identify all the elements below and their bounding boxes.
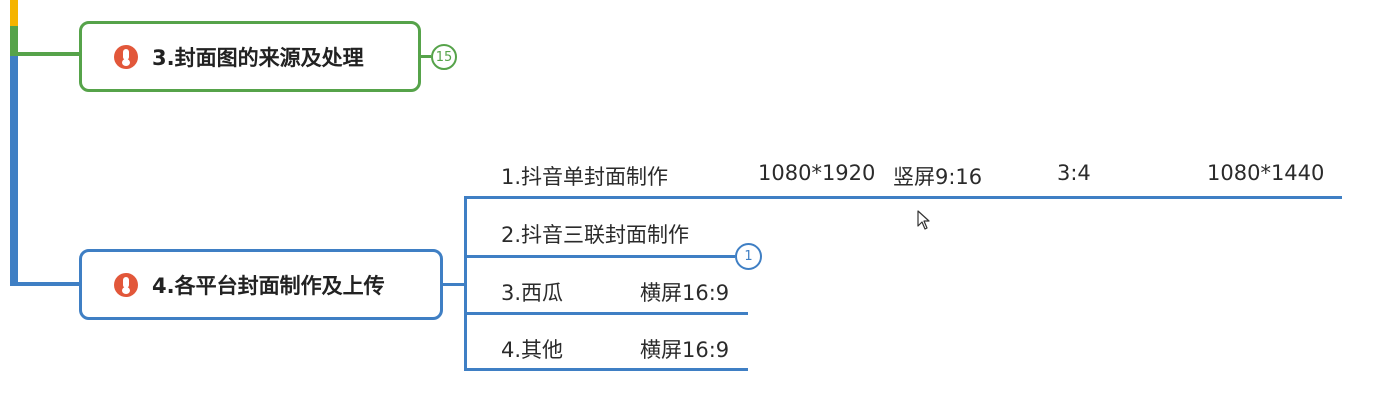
branch-line-green — [10, 26, 18, 52]
thermometer-icon — [114, 44, 138, 69]
subtopic-underline — [464, 255, 726, 258]
topic-label: 3.封面图的来源及处理 — [152, 45, 364, 70]
collapsed-count-badge[interactable]: 15 — [431, 44, 457, 70]
subtopic-underline — [464, 312, 748, 315]
subtopic-douyin-single[interactable]: 1.抖音单封面制作 — [501, 161, 668, 191]
subtopic-trunk — [464, 196, 467, 371]
branch-connector-blue — [10, 282, 80, 286]
note-ratio-portrait: 竖屏9:16 — [893, 165, 983, 189]
subtopic-douyin-triple[interactable]: 2.抖音三联封面制作 — [501, 219, 689, 249]
note-ratio-landscape: 横屏16:9 — [640, 281, 730, 305]
subtopic-underline — [464, 368, 748, 371]
branch-connector-green — [10, 52, 80, 56]
topic-label: 4.各平台封面制作及上传 — [152, 273, 385, 298]
note-ratio-landscape: 横屏16:9 — [640, 338, 730, 362]
branch-line-yellow — [10, 0, 18, 26]
topic-platform-covers[interactable]: 4.各平台封面制作及上传 — [79, 249, 443, 320]
topic-cover-source[interactable]: 3.封面图的来源及处理 — [79, 21, 421, 92]
badge-connector — [421, 55, 431, 58]
subtopic-underline — [464, 196, 1342, 199]
note-resolution-alt: 1080*1440 — [1207, 161, 1325, 185]
subtopic-connector — [443, 283, 465, 286]
note-resolution: 1080*1920 — [758, 161, 876, 185]
thermometer-icon — [114, 272, 138, 297]
branch-line-blue — [10, 52, 18, 286]
note-ratio: 3:4 — [1057, 161, 1091, 185]
mouse-cursor-icon — [917, 210, 930, 230]
badge-connector — [724, 255, 735, 258]
collapsed-count-badge[interactable]: 1 — [735, 243, 762, 270]
subtopic-other[interactable]: 4.其他 — [501, 334, 563, 364]
subtopic-xigua[interactable]: 3.西瓜 — [501, 277, 563, 307]
